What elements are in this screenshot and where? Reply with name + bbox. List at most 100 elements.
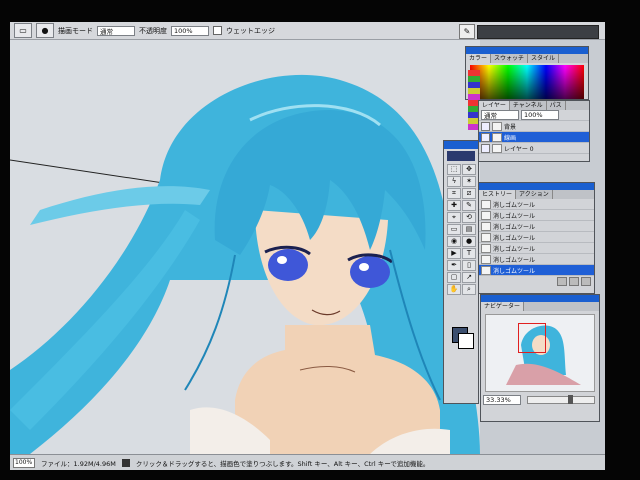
color-panel-titlebar[interactable]: [466, 47, 588, 54]
stamp-tool-icon[interactable]: ⌖: [447, 212, 461, 223]
photoshop-window: ▭ ● 描画モード 通常 不透明度 100% ウェットエッジ ✎ ⬚ ✥ ϟ ✶…: [10, 22, 605, 470]
layers-panel-tabs: レイヤー チャンネル パス: [479, 101, 589, 110]
brush-preset[interactable]: ●: [36, 23, 54, 38]
layer-row[interactable]: レイヤー 0: [479, 143, 589, 154]
eyedropper-tool-icon[interactable]: ↗: [462, 272, 476, 283]
navigator-panel-tabs: ナビゲーター: [481, 302, 599, 311]
tab-paths[interactable]: パス: [547, 101, 566, 110]
options-bar: ▭ ● 描画モード 通常 不透明度 100% ウェットエッジ ✎: [10, 22, 605, 40]
history-item[interactable]: 消しゴムツール: [479, 210, 594, 221]
eraser-icon: [481, 210, 491, 220]
lasso-tool-icon[interactable]: ϟ: [447, 176, 461, 187]
history-panel-titlebar[interactable]: [479, 183, 594, 190]
healing-tool-icon[interactable]: ✚: [447, 200, 461, 211]
hand-tool-icon[interactable]: ✋: [447, 284, 461, 295]
history-label: 消しゴムツール: [493, 245, 536, 253]
tab-swatches[interactable]: スウォッチ: [491, 54, 529, 63]
brush-tool-icon[interactable]: ✎: [462, 200, 476, 211]
wetedge-checkbox[interactable]: [213, 26, 222, 35]
background-color-swatch[interactable]: [458, 333, 474, 349]
color-panel: カラー スウォッチ スタイル: [465, 46, 589, 100]
new-document-button[interactable]: [557, 277, 567, 286]
status-bar: 100% ファイル：1.92M/4.96M クリック＆ドラッグすると、描画色で塗…: [10, 454, 605, 470]
app-logo[interactable]: [447, 151, 475, 161]
eraser-icon: ▭: [19, 26, 27, 35]
layer-thumbnail: [492, 143, 502, 153]
history-item[interactable]: 消しゴムツール: [479, 199, 594, 210]
wetedge-label: ウェットエッジ: [226, 26, 275, 35]
history-item[interactable]: 消しゴムツール: [479, 221, 594, 232]
marquee-tool-icon[interactable]: ⬚: [447, 164, 461, 175]
layer-row[interactable]: 背景: [479, 121, 589, 132]
opacity-label: 不透明度: [139, 26, 167, 35]
navigator-zoom-field[interactable]: 33.33%: [483, 395, 521, 405]
history-item[interactable]: 消しゴムツール: [479, 265, 594, 276]
layer-thumbnail: [492, 132, 502, 142]
tab-channels[interactable]: チャンネル: [510, 101, 547, 110]
history-list: 消しゴムツール 消しゴムツール 消しゴムツール 消しゴムツール 消しゴムツール …: [479, 199, 594, 276]
type-tool-icon[interactable]: T: [462, 248, 476, 259]
history-item[interactable]: 消しゴムツール: [479, 243, 594, 254]
tab-history[interactable]: ヒストリー: [479, 190, 517, 199]
tab-styles[interactable]: スタイル: [528, 54, 560, 63]
history-label: 消しゴムツール: [493, 256, 536, 264]
zoom-tool-icon[interactable]: ⌕: [462, 284, 476, 295]
tab-layers[interactable]: レイヤー: [479, 101, 510, 110]
slice-tool-icon[interactable]: ⧄: [462, 188, 476, 199]
layer-name: レイヤー 0: [504, 145, 534, 153]
tool-preset-picker[interactable]: ▭: [14, 23, 32, 38]
history-brush-tool-icon[interactable]: ⟲: [462, 212, 476, 223]
navigator-panel-titlebar[interactable]: [481, 295, 599, 302]
dodge-tool-icon[interactable]: ●: [462, 236, 476, 247]
history-item[interactable]: 消しゴムツール: [479, 254, 594, 265]
document-canvas[interactable]: [10, 40, 480, 454]
eraser-icon: [481, 199, 491, 209]
history-label: 消しゴムツール: [493, 201, 536, 209]
tab-navigator[interactable]: ナビゲーター: [481, 302, 525, 311]
navigator-thumbnail[interactable]: [485, 314, 595, 392]
new-snapshot-button[interactable]: [569, 277, 579, 286]
history-buttons: [479, 276, 594, 287]
tab-actions[interactable]: アクション: [516, 190, 553, 199]
history-panel-tabs: ヒストリー アクション: [479, 190, 594, 199]
history-panel: ヒストリー アクション 消しゴムツール 消しゴムツール 消しゴムツール 消しゴム…: [478, 182, 595, 294]
eye-icon[interactable]: [481, 143, 490, 153]
palette-well: [477, 25, 599, 39]
palette-toggle-icon[interactable]: ✎: [459, 24, 475, 39]
opacity-field[interactable]: 100%: [171, 25, 209, 36]
artwork: [10, 40, 480, 454]
color-panel-tabs: カラー スウォッチ スタイル: [466, 54, 588, 63]
eye-icon[interactable]: [481, 121, 490, 131]
gradient-tool-icon[interactable]: ▤: [462, 224, 476, 235]
magic-wand-tool-icon[interactable]: ✶: [462, 176, 476, 187]
zoom-field[interactable]: 100%: [13, 457, 35, 468]
monitor-frame: ▭ ● 描画モード 通常 不透明度 100% ウェットエッジ ✎ ⬚ ✥ ϟ ✶…: [0, 0, 640, 480]
navigator-view-box[interactable]: [518, 323, 546, 353]
crop-tool-icon[interactable]: ⌗: [447, 188, 461, 199]
move-tool-icon[interactable]: ✥: [462, 164, 476, 175]
layer-row[interactable]: 線画: [479, 132, 589, 143]
shape-tool-icon[interactable]: ▯: [462, 260, 476, 271]
layers-panel: レイヤー チャンネル パス 通常 100% 背景 線画 レイヤー 0: [478, 100, 590, 162]
color-spectrum[interactable]: [470, 65, 584, 99]
navigator-zoom-slider[interactable]: [527, 395, 595, 404]
slider-knob[interactable]: [568, 395, 573, 404]
tab-color[interactable]: カラー: [466, 54, 492, 63]
mode-select[interactable]: 通常: [97, 25, 135, 36]
path-tool-icon[interactable]: ▶: [447, 248, 461, 259]
blur-tool-icon[interactable]: ◉: [447, 236, 461, 247]
layer-opacity-field[interactable]: 100%: [521, 110, 559, 120]
history-item[interactable]: 消しゴムツール: [479, 232, 594, 243]
blend-mode-select[interactable]: 通常: [481, 110, 519, 120]
history-label: 消しゴムツール: [493, 234, 536, 242]
toolbox: ⬚ ✥ ϟ ✶ ⌗ ⧄ ✚ ✎ ⌖ ⟲ ▭ ▤ ◉ ● ▶ T ✒ ▯ ▢ ↗ ✋ ⌕: [443, 140, 479, 404]
toolbox-titlebar[interactable]: [444, 141, 478, 149]
eraser-tool-icon[interactable]: ▭: [447, 224, 461, 235]
status-arrow-icon[interactable]: [121, 458, 130, 467]
layer-thumbnail: [492, 121, 502, 131]
tool-grid: ⬚ ✥ ϟ ✶ ⌗ ⧄ ✚ ✎ ⌖ ⟲ ▭ ▤ ◉ ● ▶ T ✒ ▯ ▢ ↗ ✋ ⌕: [444, 163, 478, 296]
pen-tool-icon[interactable]: ✒: [447, 260, 461, 271]
eye-icon[interactable]: [481, 132, 490, 142]
notes-tool-icon[interactable]: ▢: [447, 272, 461, 283]
delete-state-button[interactable]: [581, 277, 591, 286]
